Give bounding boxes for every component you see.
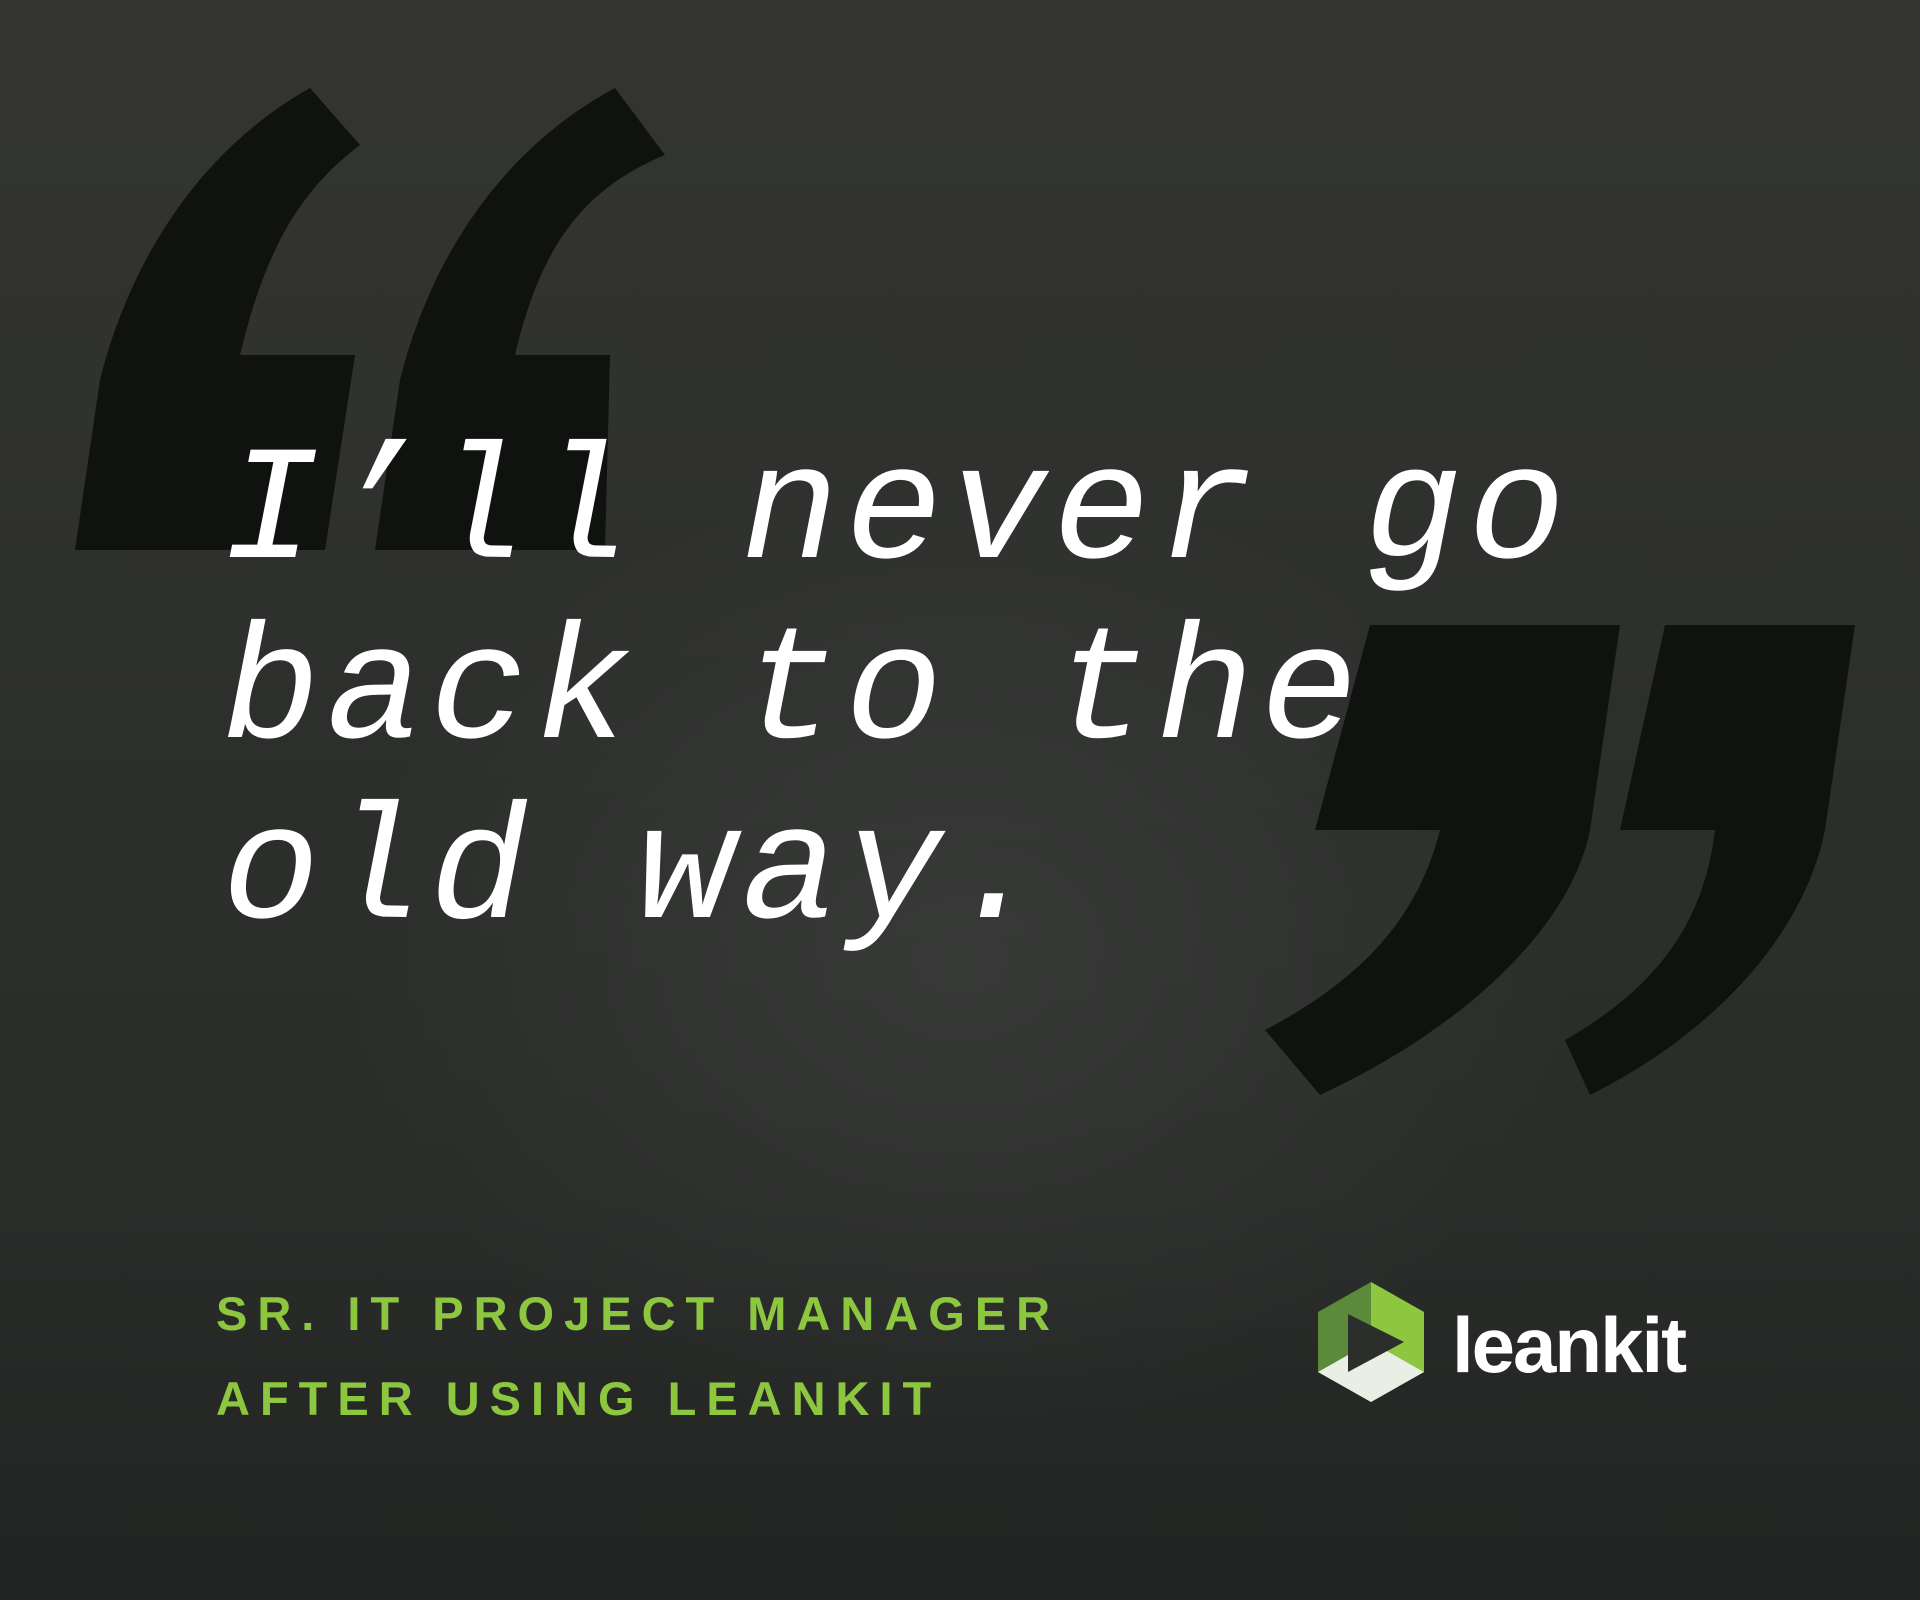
brand-logo: leankit — [1316, 1280, 1736, 1410]
attribution: SR. IT PROJECT MANAGER AFTER USING LEANK… — [216, 1271, 1060, 1441]
quote-line: old way. — [222, 781, 1053, 966]
brand-name: leankit — [1452, 1301, 1687, 1389]
quote-line: I’ll never go — [222, 421, 1572, 606]
attribution-line: SR. IT PROJECT MANAGER — [216, 1287, 1061, 1340]
testimonial-banner: I’ll never go back to the old way. SR. I… — [0, 0, 1920, 1600]
quote-line: back to the — [222, 601, 1364, 786]
leankit-logo-icon — [1318, 1282, 1424, 1402]
attribution-line: AFTER USING LEANKIT — [216, 1372, 942, 1425]
quote-text: I’ll never go back to the old way. — [222, 424, 1722, 964]
